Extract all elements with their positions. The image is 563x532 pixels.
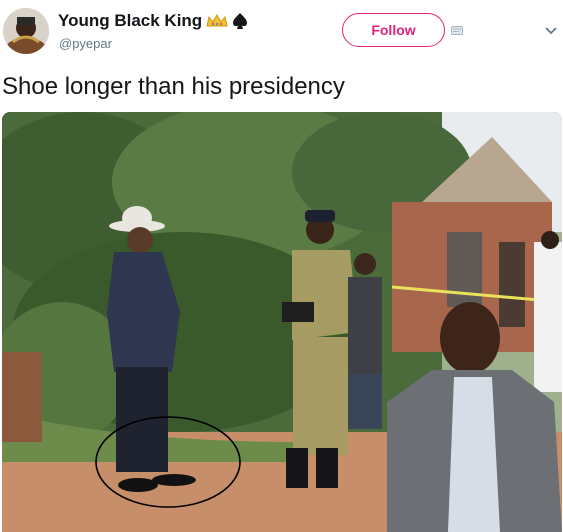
- spade-icon: [233, 13, 248, 29]
- chevron-down-icon[interactable]: [544, 26, 558, 36]
- tweet-text: Shoe longer than his presidency: [2, 73, 345, 100]
- name-row: Young Black King: [58, 11, 248, 31]
- follow-button[interactable]: Follow: [342, 13, 445, 47]
- tweet-header: Young Black King @pyepar Follow: [0, 0, 563, 62]
- tweet-photo[interactable]: [2, 112, 562, 532]
- badge-icon: [451, 26, 463, 35]
- avatar[interactable]: [3, 8, 49, 54]
- handle[interactable]: @pyepar: [59, 36, 112, 51]
- display-name[interactable]: Young Black King: [58, 11, 202, 31]
- crown-icon: [206, 14, 228, 27]
